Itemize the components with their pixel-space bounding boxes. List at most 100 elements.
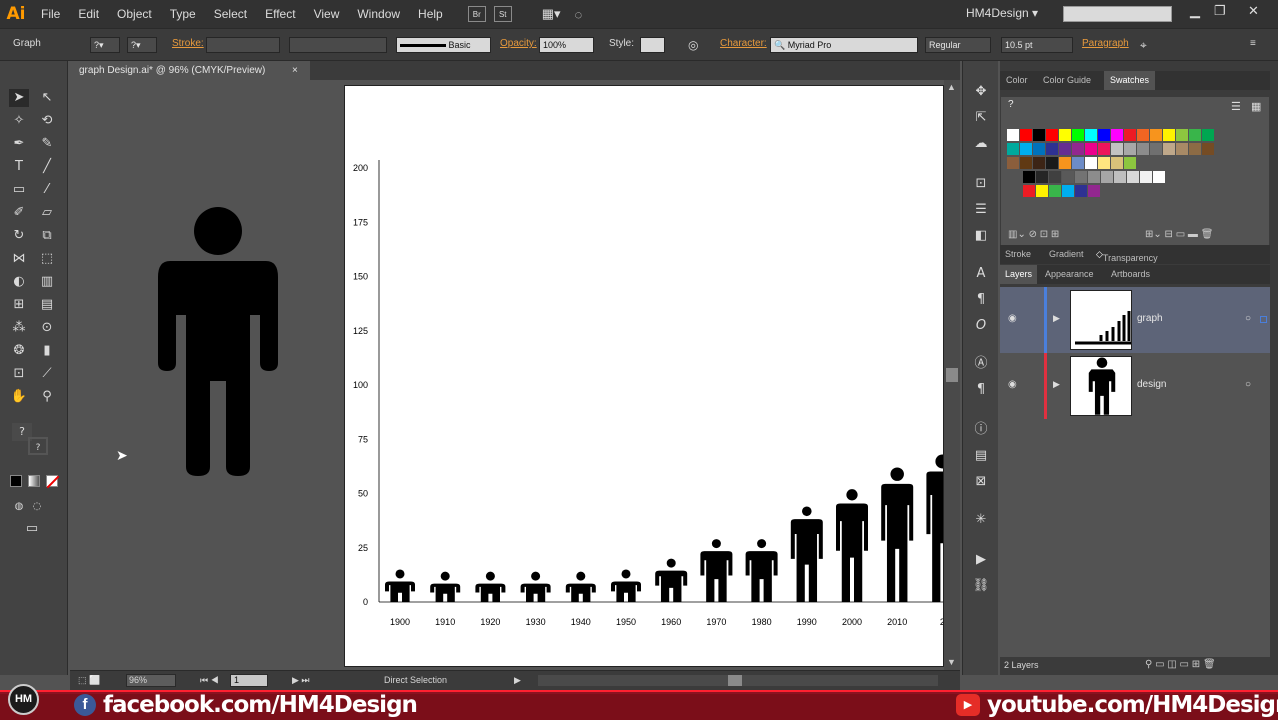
tab-transparency[interactable]: ◇ Transparency bbox=[1096, 249, 1158, 263]
artboard-tool-icon[interactable]: ⊡ bbox=[9, 365, 29, 383]
swatch[interactable] bbox=[1127, 171, 1139, 183]
vertical-scroll-thumb[interactable] bbox=[946, 368, 958, 382]
swatch[interactable] bbox=[1163, 143, 1175, 155]
paragraph-styles-icon[interactable]: ¶ bbox=[971, 381, 991, 399]
menu-select[interactable]: Select bbox=[205, 0, 256, 28]
swatch[interactable] bbox=[1124, 157, 1136, 169]
swatch[interactable] bbox=[1062, 185, 1074, 197]
swatch[interactable] bbox=[1036, 171, 1048, 183]
swatch[interactable] bbox=[1111, 143, 1123, 155]
tab-stroke[interactable]: Stroke bbox=[1005, 249, 1031, 259]
workspace-switcher[interactable]: HM4Design ▾ bbox=[966, 6, 1038, 20]
tab-swatches[interactable]: Swatches bbox=[1104, 71, 1156, 90]
swatch[interactable] bbox=[1114, 171, 1126, 183]
tab-color-guide[interactable]: Color Guide bbox=[1043, 75, 1091, 85]
large-person-figure[interactable] bbox=[156, 205, 280, 477]
scale-tool-icon[interactable]: ⧉ bbox=[37, 227, 57, 245]
swatch[interactable] bbox=[1007, 143, 1019, 155]
blend-tool-icon[interactable]: ⊙ bbox=[37, 319, 57, 337]
menu-effect[interactable]: Effect bbox=[256, 0, 304, 28]
swatch[interactable] bbox=[1007, 157, 1019, 169]
hand-tool-icon[interactable]: ✋ bbox=[9, 388, 29, 406]
swatch-grid-view-icon[interactable]: ▦ bbox=[1251, 100, 1261, 113]
layer-row-graph[interactable]: ◉ ▶ graph ○ bbox=[1000, 287, 1270, 353]
swatch-libraries-icon[interactable]: ▥⌄ ⊘ ⊡ ⊞ bbox=[1008, 229, 1059, 240]
character-panel-icon[interactable]: A bbox=[971, 265, 991, 283]
layer-name-graph[interactable]: graph bbox=[1137, 313, 1163, 324]
pathfinder-icon[interactable]: ◧ bbox=[971, 227, 991, 245]
menu-view[interactable]: View bbox=[305, 0, 349, 28]
tab-appearance[interactable]: Appearance bbox=[1045, 269, 1094, 279]
character-label[interactable]: Character: bbox=[720, 38, 767, 49]
opacity-label[interactable]: Opacity: bbox=[500, 38, 537, 49]
close-icon[interactable]: ✕ bbox=[1248, 3, 1259, 19]
swatch[interactable] bbox=[1072, 157, 1084, 169]
swatch[interactable] bbox=[1098, 129, 1110, 141]
canvas-area[interactable]: ➤ 0 25 50 75 100 125 150 175 200 1900 1910 1920 1930… bbox=[70, 80, 960, 670]
swatch[interactable] bbox=[1085, 157, 1097, 169]
menu-file[interactable]: File bbox=[32, 0, 69, 28]
swatch[interactable] bbox=[1202, 143, 1214, 155]
draw-mode-icon[interactable]: ◍ bbox=[9, 498, 29, 516]
restore-icon[interactable]: ❐ bbox=[1214, 3, 1226, 19]
swatch[interactable] bbox=[1007, 129, 1019, 141]
font-size-field[interactable]: 10.5 pt bbox=[1001, 37, 1073, 53]
rotate-tool-icon[interactable]: ↻ bbox=[9, 227, 29, 245]
color-mode-gradient[interactable] bbox=[28, 475, 40, 487]
help-search-input[interactable] bbox=[1063, 6, 1172, 22]
stock-button[interactable]: St bbox=[493, 6, 512, 22]
artboard[interactable]: 0 25 50 75 100 125 150 175 200 1900 1910 1920 1930 19… bbox=[344, 85, 944, 667]
align-panel-icon[interactable]: ☰ bbox=[971, 201, 991, 219]
next-artboard-icon[interactable]: ▶ ⏭ bbox=[292, 675, 310, 686]
opentype-icon[interactable]: O bbox=[971, 317, 991, 335]
layer-actions-icon[interactable]: ⚲ ▭ ◫ ▭ ⊞ 🗑 bbox=[1145, 659, 1216, 670]
swatch[interactable] bbox=[1072, 143, 1084, 155]
swatch[interactable] bbox=[1098, 143, 1110, 155]
horizontal-scroll-thumb[interactable] bbox=[728, 675, 742, 686]
swatch[interactable] bbox=[1020, 143, 1032, 155]
visibility-eye-icon[interactable]: ◉ bbox=[1008, 379, 1017, 390]
swatch[interactable] bbox=[1059, 129, 1071, 141]
pencil-tool-icon[interactable]: ✐ bbox=[9, 204, 29, 222]
swatch-list-view-icon[interactable]: ☰ bbox=[1231, 100, 1241, 113]
free-transform-tool-icon[interactable]: ⬚ bbox=[37, 250, 57, 268]
swatch[interactable] bbox=[1189, 143, 1201, 155]
fill-swatch[interactable]: ?▾ bbox=[90, 37, 120, 53]
swatch[interactable] bbox=[1062, 171, 1074, 183]
target-icon[interactable]: ○ bbox=[1245, 313, 1251, 324]
swatch[interactable] bbox=[1137, 129, 1149, 141]
eyedropper-tool-icon[interactable]: ⁂ bbox=[9, 319, 29, 337]
style-swatch[interactable] bbox=[640, 37, 665, 53]
slice-tool-icon[interactable]: ⟋ bbox=[37, 365, 57, 383]
magic-wand-tool-icon[interactable]: ✧ bbox=[9, 112, 29, 130]
swatch[interactable] bbox=[1075, 185, 1087, 197]
document-info-icon[interactable]: ▤ bbox=[971, 447, 991, 465]
target-icon[interactable]: ○ bbox=[1245, 379, 1251, 390]
menu-object[interactable]: Object bbox=[108, 0, 161, 28]
width-tool-icon[interactable]: ⋈ bbox=[9, 250, 29, 268]
swatch[interactable] bbox=[1111, 129, 1123, 141]
selection-tool-icon[interactable]: ➤ bbox=[9, 89, 29, 107]
lasso-tool-icon[interactable]: ⟲ bbox=[37, 112, 57, 130]
first-artboard-icon[interactable]: ⏮ ◀ bbox=[200, 675, 219, 686]
swatch[interactable] bbox=[1176, 143, 1188, 155]
swatch[interactable] bbox=[1046, 129, 1058, 141]
swatch[interactable] bbox=[1072, 129, 1084, 141]
draw-behind-icon[interactable]: ◌ bbox=[27, 498, 47, 516]
swatch[interactable] bbox=[1046, 157, 1058, 169]
swatch[interactable] bbox=[1137, 143, 1149, 155]
actions-icon[interactable]: ▶ bbox=[971, 551, 991, 569]
swatch[interactable] bbox=[1023, 185, 1035, 197]
zoom-tool-icon[interactable]: ⚲ bbox=[37, 388, 57, 406]
swatch[interactable] bbox=[1189, 129, 1201, 141]
swatch[interactable] bbox=[1176, 129, 1188, 141]
arrange-docs-icon[interactable]: ▦▾ bbox=[542, 6, 561, 22]
scroll-up-icon[interactable]: ▲ bbox=[947, 82, 956, 92]
panel-menu-icon[interactable]: ≡ bbox=[1250, 38, 1256, 49]
symbol-sprayer-tool-icon[interactable]: ❂ bbox=[9, 342, 29, 360]
menu-edit[interactable]: Edit bbox=[69, 0, 108, 28]
visibility-eye-icon[interactable]: ◉ bbox=[1008, 313, 1017, 324]
swatch[interactable] bbox=[1020, 129, 1032, 141]
minimize-icon[interactable]: ▁ bbox=[1190, 3, 1200, 19]
swatch[interactable] bbox=[1049, 171, 1061, 183]
